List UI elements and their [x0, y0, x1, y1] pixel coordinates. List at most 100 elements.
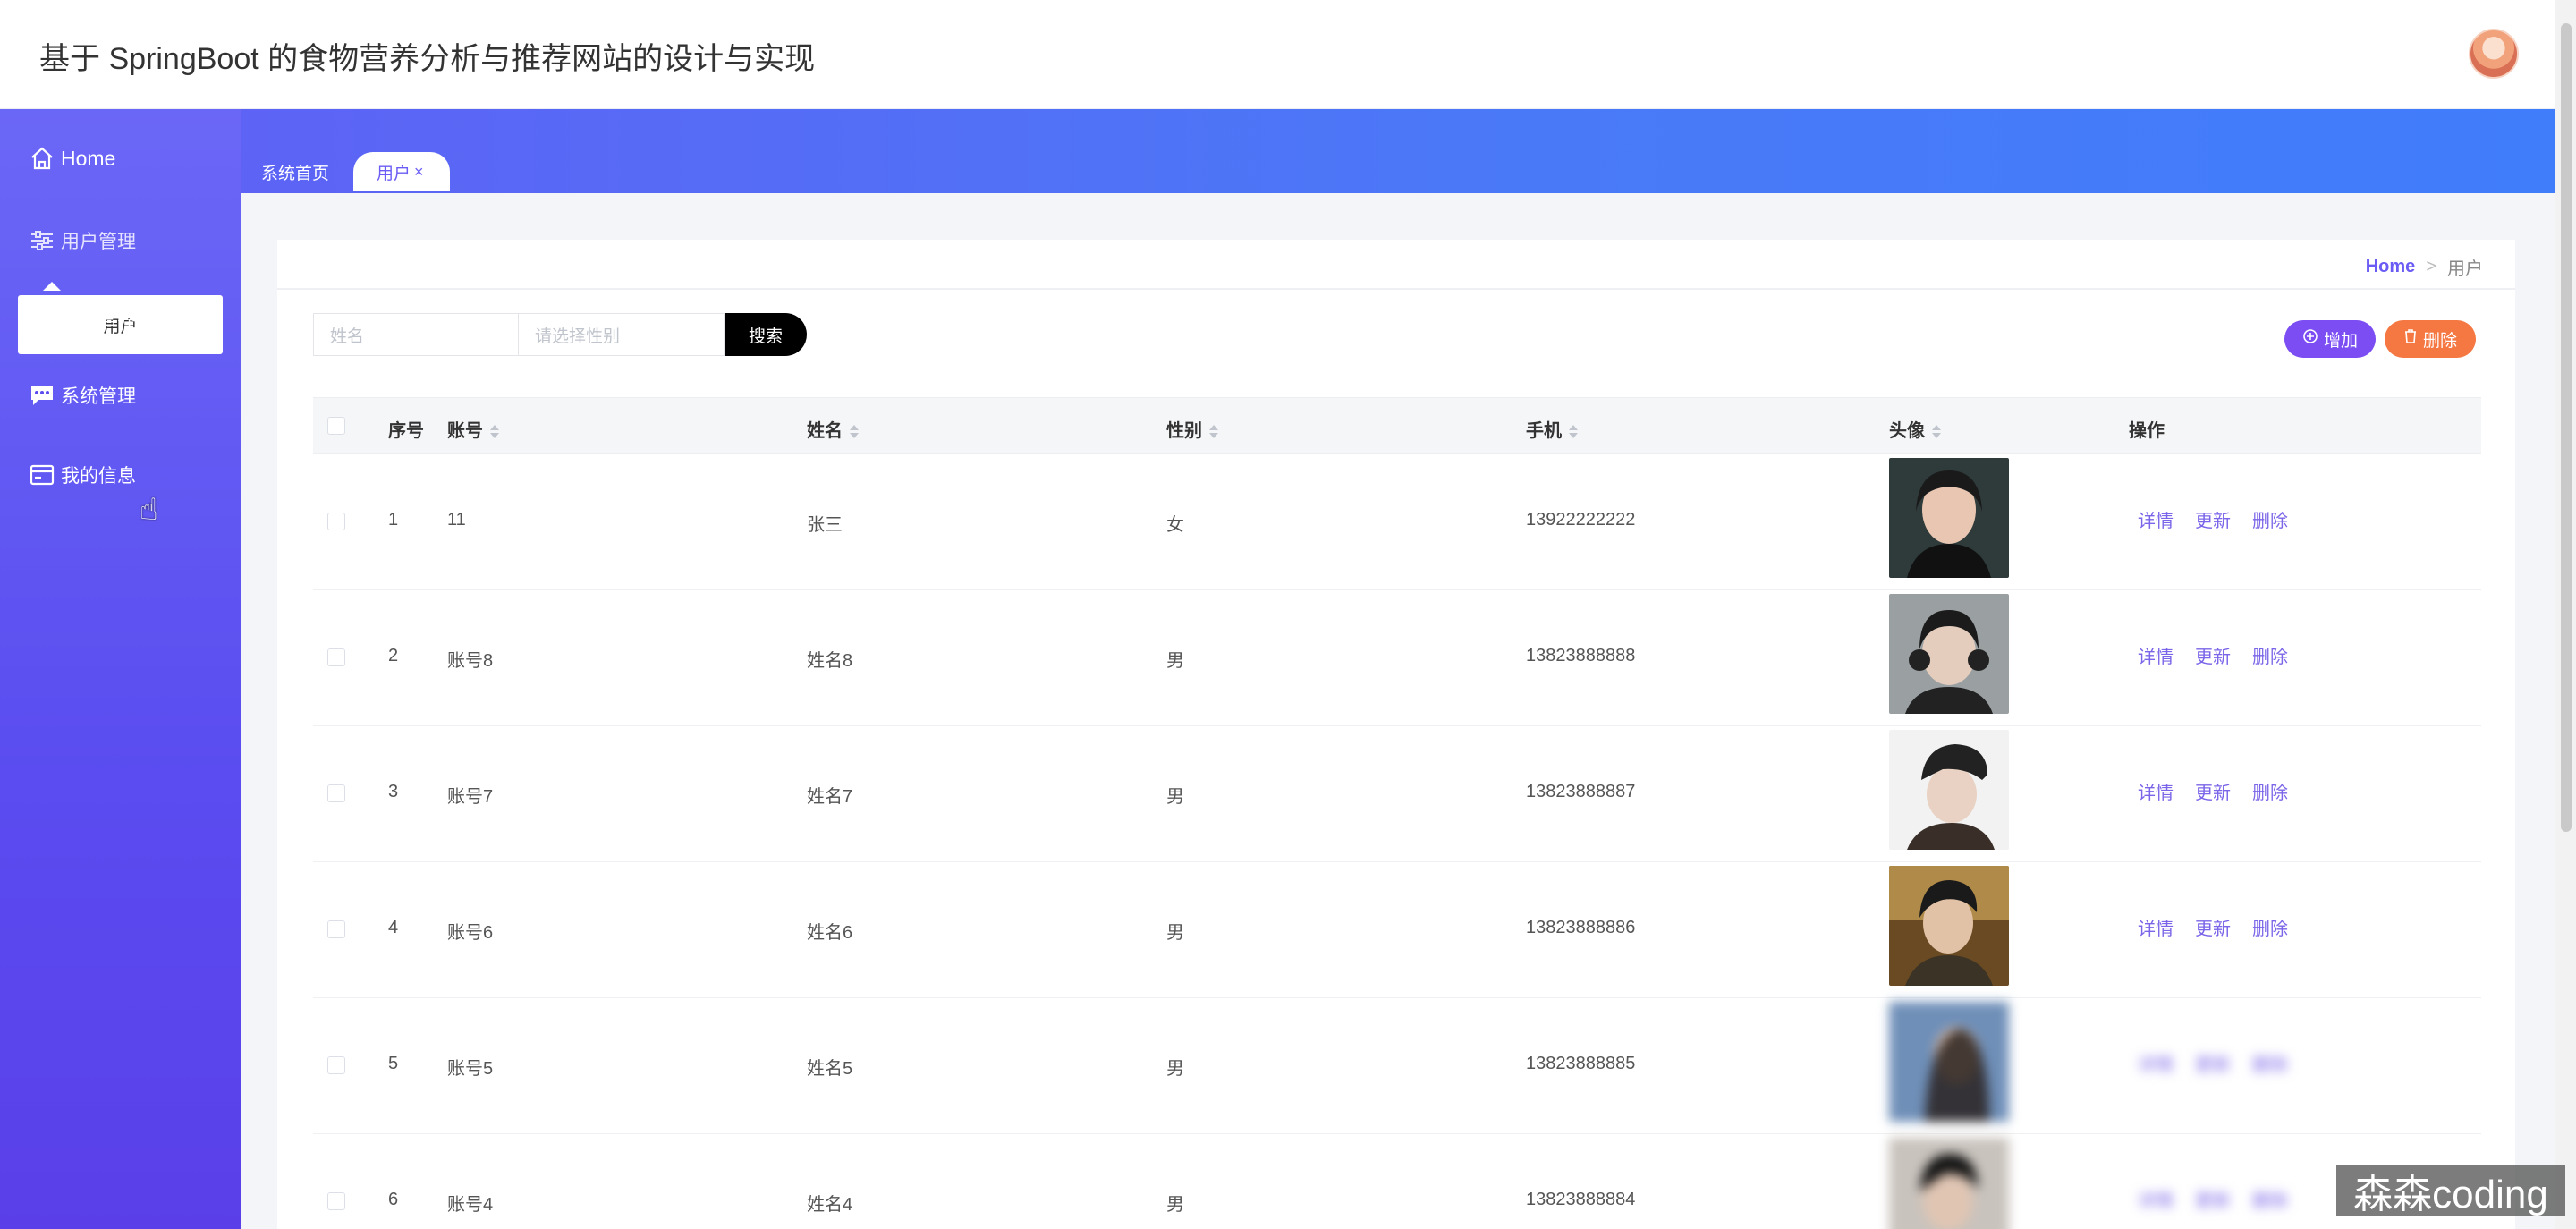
- grid-icon: [29, 304, 55, 331]
- delete-link[interactable]: 删除: [2252, 642, 2288, 668]
- cell-index: 2: [388, 646, 399, 665]
- cell-gender: 男: [1166, 1059, 1184, 1079]
- cell-phone: 13823888884: [1526, 1190, 1636, 1209]
- cell-phone: 13922222222: [1526, 510, 1636, 530]
- cell-name: 姓名4: [807, 1195, 853, 1215]
- cell-index: 5: [388, 1054, 399, 1073]
- detail-link[interactable]: 详情: [2138, 1050, 2174, 1076]
- delete-link[interactable]: 删除: [2252, 778, 2288, 804]
- delete-button-label: 删除: [2422, 331, 2457, 351]
- row-checkbox[interactable]: [327, 1192, 345, 1210]
- sidebar-item-my-info[interactable]: 我的信息: [29, 462, 136, 488]
- avatar-photo: [1889, 1002, 2009, 1122]
- tab-label: 系统首页: [261, 164, 330, 183]
- detail-link[interactable]: 详情: [2138, 642, 2174, 668]
- plus-circle-icon: [2302, 328, 2318, 350]
- breadcrumb: Home > 用户: [2366, 254, 2483, 280]
- table-row: 4 账号6 姓名6 男 13823888886 详情 更新 删除: [313, 862, 2481, 998]
- tab-user[interactable]: 用户 ×: [353, 152, 450, 191]
- detail-link[interactable]: 详情: [2138, 778, 2174, 804]
- scrollbar-thumb[interactable]: [2561, 23, 2572, 832]
- header-avatar[interactable]: 头像: [1889, 416, 1941, 442]
- sort-icon[interactable]: [1932, 424, 1941, 439]
- row-checkbox[interactable]: [327, 784, 345, 802]
- header-label: 头像: [1889, 421, 1925, 441]
- cell-index: 3: [388, 782, 399, 801]
- select-all-checkbox[interactable]: [327, 417, 345, 435]
- header-name[interactable]: 姓名: [807, 416, 859, 442]
- cell-name: 张三: [807, 515, 843, 535]
- top-header: 基于 SpringBoot 的食物营养分析与推荐网站的设计与实现: [0, 0, 2555, 109]
- cell-index: 1: [388, 510, 399, 530]
- update-link[interactable]: 更新: [2195, 1050, 2231, 1076]
- sort-icon[interactable]: [850, 424, 859, 439]
- delete-link[interactable]: 删除: [2252, 914, 2288, 940]
- delete-link[interactable]: 删除: [2252, 1050, 2288, 1076]
- table-row: 6 账号4 姓名4 男 13823888884 详情 更新 删除: [313, 1134, 2481, 1229]
- close-icon[interactable]: ×: [414, 163, 424, 182]
- cell-account: 账号5: [447, 1059, 494, 1079]
- detail-link[interactable]: 详情: [2138, 1186, 2174, 1212]
- sort-icon[interactable]: [1209, 424, 1218, 439]
- tab-home[interactable]: 系统首页: [261, 152, 329, 191]
- update-link[interactable]: 更新: [2195, 642, 2231, 668]
- table-row: 1 11 张三 女 13922222222 详情 更新 删除: [313, 454, 2481, 590]
- cell-name: 姓名7: [807, 787, 853, 807]
- search-button[interactable]: 搜索: [724, 313, 807, 356]
- cell-gender: 女: [1166, 515, 1184, 535]
- row-checkbox[interactable]: [327, 1056, 345, 1074]
- page-scrollbar[interactable]: [2555, 0, 2576, 1229]
- cell-account: 账号6: [447, 923, 494, 943]
- cell-name: 姓名6: [807, 923, 853, 943]
- cell-gender: 男: [1166, 923, 1184, 943]
- delete-link[interactable]: 删除: [2252, 506, 2288, 532]
- add-button[interactable]: 增加: [2284, 320, 2376, 358]
- sidebar-item-label: 食物营养管理: [61, 309, 174, 329]
- header-ops: 操作: [2129, 421, 2165, 441]
- gender-select[interactable]: 请选择性别: [519, 313, 724, 356]
- header-phone[interactable]: 手机: [1526, 416, 1578, 442]
- home-icon: [29, 145, 55, 172]
- chat-icon: [29, 382, 55, 409]
- breadcrumb-home[interactable]: Home: [2366, 257, 2416, 277]
- delete-link[interactable]: 删除: [2252, 1186, 2288, 1212]
- detail-link[interactable]: 详情: [2138, 914, 2174, 940]
- update-link[interactable]: 更新: [2195, 778, 2231, 804]
- row-checkbox[interactable]: [327, 920, 345, 938]
- cell-index: 6: [388, 1190, 399, 1209]
- header-account[interactable]: 账号: [447, 416, 499, 442]
- sliders-icon: [29, 227, 55, 254]
- user-table: 序号 账号 姓名 性别 手机 头像 操作 1 11 张三 女 139222222…: [313, 397, 2481, 1229]
- name-input[interactable]: 姓名: [313, 313, 519, 356]
- sort-icon[interactable]: [490, 424, 499, 439]
- sidebar-item-label: 我的信息: [61, 466, 136, 487]
- row-checkbox[interactable]: [327, 648, 345, 666]
- sidebar-item-label: Home: [61, 146, 116, 170]
- cell-gender: 男: [1166, 1195, 1184, 1215]
- table-header: 序号 账号 姓名 性别 手机 头像 操作: [313, 397, 2481, 454]
- sidebar-item-user-management[interactable]: 用户管理: [29, 227, 136, 254]
- detail-link[interactable]: 详情: [2138, 506, 2174, 532]
- sidebar-item-food-nutrition[interactable]: 食物营养管理: [29, 304, 174, 331]
- app-title: 基于 SpringBoot 的食物营养分析与推荐网站的设计与实现: [39, 42, 816, 76]
- row-checkbox[interactable]: [327, 513, 345, 530]
- row-actions: 详情 更新 删除: [2138, 778, 2288, 804]
- sidebar-item-system[interactable]: 系统管理: [29, 382, 136, 409]
- cell-phone: 13823888888: [1526, 646, 1636, 665]
- update-link[interactable]: 更新: [2195, 1186, 2231, 1212]
- delete-button[interactable]: 删除: [2385, 320, 2476, 358]
- avatar-photo: [1889, 866, 2009, 986]
- header-gender[interactable]: 性别: [1166, 416, 1218, 442]
- sidebar-item-home[interactable]: Home: [29, 145, 115, 172]
- cell-name: 姓名8: [807, 651, 853, 671]
- cell-account: 11: [447, 510, 466, 530]
- update-link[interactable]: 更新: [2195, 914, 2231, 940]
- cell-phone: 13823888887: [1526, 782, 1636, 801]
- sidebar: Home 用户管理 用户 食物营养管理 系统管理 我的信息 ☝: [0, 109, 242, 1229]
- row-actions: 详情 更新 删除: [2138, 914, 2288, 940]
- update-link[interactable]: 更新: [2195, 506, 2231, 532]
- row-actions: 详情 更新 删除: [2138, 1050, 2288, 1076]
- sidebar-item-label: 系统管理: [61, 386, 136, 407]
- user-avatar[interactable]: [2469, 29, 2519, 79]
- sort-icon[interactable]: [1569, 424, 1578, 439]
